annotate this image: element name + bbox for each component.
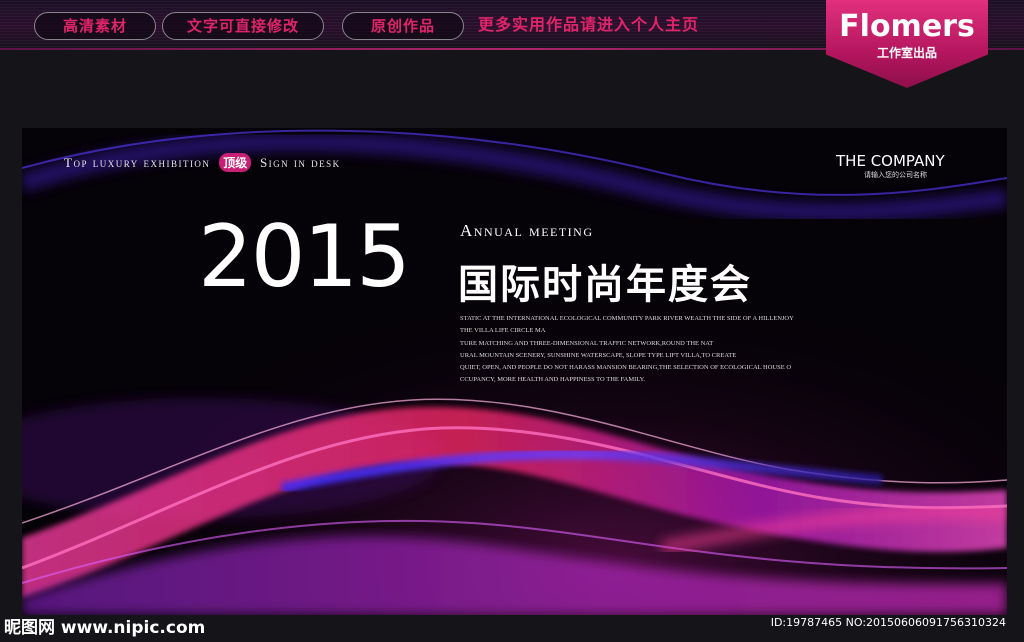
banner-artwork: Top luxury exhibition 顶级 Sign in desk TH… [22,128,1007,615]
tag-hd-material[interactable]: 高清素材 [34,12,156,40]
annual-meeting-label: Annual meeting [460,221,594,240]
description-line: QUIET, OPEN, AND PEOPLE DO NOT HARASS MA… [460,364,792,372]
tagline: Top luxury exhibition 顶级 Sign in desk [64,153,341,172]
description-line: CCUPANCY, MORE HEALTH AND HAPPINESS TO T… [460,376,646,384]
description-line: THE VILLA LIFE CIRCLE MA [460,327,546,335]
tagline-right: Sign in desk [259,155,341,170]
top-grade-badge: 顶级 [219,153,252,172]
brand-subtitle: 工作室出品 [876,46,937,60]
description-line: TURE MATCHING AND THREE-DIMENSIONAL TRAF… [460,339,714,347]
tagline-left: Top luxury exhibition [64,155,211,170]
brand-badge[interactable]: Flomers 工作室出品 [826,0,988,88]
tag-editable-text[interactable]: 文字可直接修改 [162,12,324,40]
homepage-link[interactable]: 更多实用作品请进入个人主页 [478,12,699,38]
company-name: THE COMPANY [836,152,945,170]
company-name-hint: 请输入您的公司名称 [864,171,927,179]
site-watermark: 昵图网 www.nipic.com [4,618,206,638]
tag-original-work[interactable]: 原创作品 [342,12,464,40]
event-title: 国际时尚年度会 [458,262,752,308]
description-line: STATIC AT THE INTERNATIONAL ECOLOGICAL C… [460,315,794,322]
description-paragraph: STATIC AT THE INTERNATIONAL ECOLOGICAL C… [460,313,840,387]
image-id: ID:19787465 NO:20150606091756310324 [770,616,1006,629]
event-year: 2015 [198,207,411,307]
description-line: URAL MOUNTAIN SCENERY, SUNSHINE WATERSCA… [460,351,737,359]
brand-name: Flomers [839,9,975,44]
